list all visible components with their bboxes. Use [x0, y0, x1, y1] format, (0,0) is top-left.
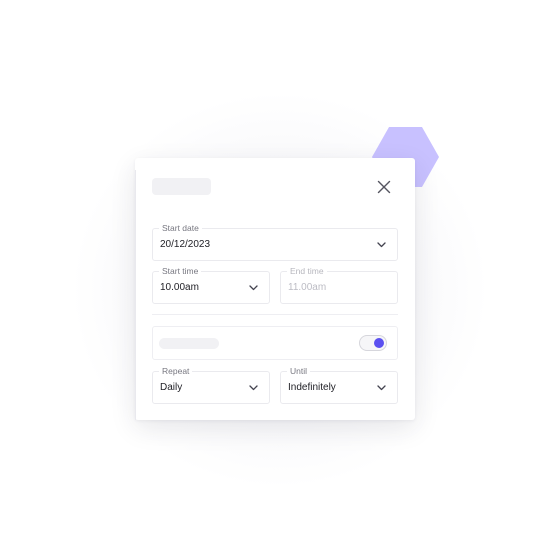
close-icon — [377, 180, 391, 194]
close-button[interactable] — [374, 177, 394, 197]
end-time-value: 11.00am — [288, 282, 327, 293]
recurrence-toggle[interactable] — [359, 335, 387, 351]
recurrence-label-placeholder — [159, 338, 219, 349]
chevron-down-icon — [377, 384, 386, 390]
recurrence-row — [152, 326, 398, 360]
dialog-edge-line — [135, 170, 136, 420]
chevron-down-icon — [249, 284, 258, 290]
start-time-field[interactable]: Start time 10.00am — [152, 266, 270, 304]
repeat-field[interactable]: Repeat Daily — [152, 366, 270, 404]
start-time-value: 10.00am — [160, 282, 199, 293]
repeat-value: Daily — [160, 382, 183, 393]
dialog-title-placeholder — [152, 178, 211, 195]
chevron-down-icon — [377, 241, 386, 247]
start-date-value: 20/12/2023 — [160, 239, 211, 250]
toggle-knob — [374, 338, 384, 348]
section-divider — [152, 314, 398, 315]
chevron-down-icon — [249, 384, 258, 390]
until-value: Indefinitely — [288, 382, 336, 393]
start-date-field[interactable]: Start date 20/12/2023 — [152, 223, 398, 261]
until-field[interactable]: Until Indefinitely — [280, 366, 398, 404]
event-dialog: Start date 20/12/2023 Start time 10.00am… — [135, 158, 415, 420]
end-time-field[interactable]: End time 11.00am — [280, 266, 398, 304]
stage: Start date 20/12/2023 Start time 10.00am… — [0, 0, 560, 560]
